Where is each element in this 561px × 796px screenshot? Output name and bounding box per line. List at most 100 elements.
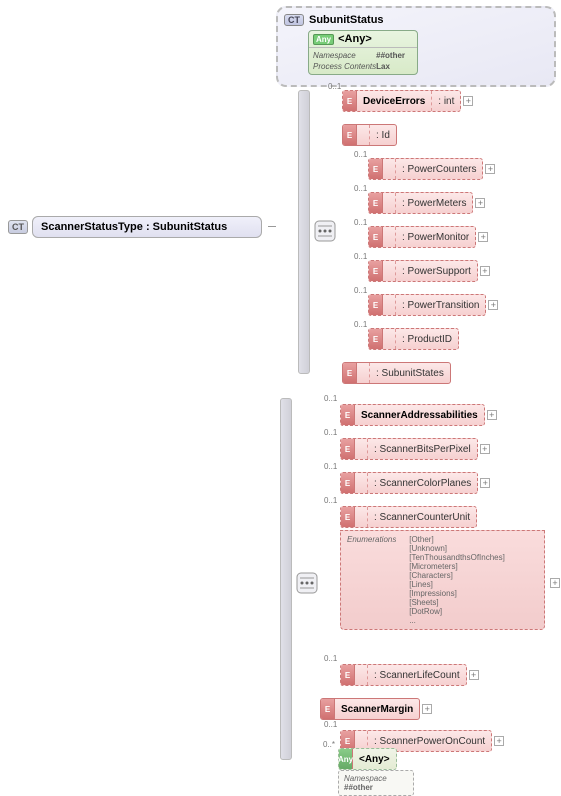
element-card: EDeviceErrors: int [342, 90, 461, 112]
occurrence: 0..1 [328, 82, 341, 91]
element-row: E : ScannerBitsPerPixel+ [340, 438, 490, 460]
any-label: <Any> [338, 33, 372, 45]
occurrence: 0..1 [354, 184, 367, 193]
element-label [383, 295, 395, 315]
element-row: E : ScannerLifeCount+ [340, 664, 479, 686]
element-type: : ScannerColorPlanes [367, 473, 477, 493]
enum-value: [Other] [409, 535, 505, 544]
expand-icon[interactable]: + [480, 478, 490, 488]
element-type: : int [431, 91, 460, 111]
element-label [355, 665, 367, 685]
expand-icon[interactable]: + [475, 198, 485, 208]
element-label [355, 473, 367, 493]
element-card: E : PowerCounters [368, 158, 483, 180]
element-icon: E [343, 125, 357, 145]
any-block: Any <Any> Namespace Process Contents ##o… [308, 30, 418, 75]
element-label [383, 159, 395, 179]
element-icon: E [341, 405, 355, 425]
element-icon: E [369, 159, 383, 179]
element-row: E : SubunitStates [342, 362, 451, 384]
sequence-bar [298, 90, 310, 374]
expand-icon[interactable]: + [485, 164, 495, 174]
expand-icon[interactable]: + [494, 736, 504, 746]
occurrence: 0..1 [324, 428, 337, 437]
any-element: Any <Any> [338, 748, 397, 770]
sequence-icon [314, 220, 336, 242]
occurrence: 0..* [323, 740, 335, 749]
enum-value: [Lines] [409, 580, 505, 589]
element-row: E: ScannerColorPlanes+ [340, 472, 490, 494]
element-icon: E [369, 227, 383, 247]
element-label: ScannerMargin [335, 699, 419, 719]
element-row: E : ScannerCounterUnit [340, 506, 477, 528]
enumerations-block: Enumerations [Other][Unknown][TenThousan… [340, 530, 545, 630]
enum-value: [Unknown] [409, 544, 505, 553]
expand-icon[interactable]: + [488, 300, 498, 310]
element-card: E: PowerSupport [368, 260, 478, 282]
occurrence: 0..1 [324, 394, 337, 403]
element-icon: E [369, 329, 383, 349]
element-row: E: PowerMonitor+ [368, 226, 488, 248]
occurrence: 0..1 [324, 654, 337, 663]
element-icon: E [341, 507, 355, 527]
enum-value: [Sheets] [409, 598, 505, 607]
element-icon: E [343, 363, 357, 383]
expand-icon[interactable]: + [480, 444, 490, 454]
occurrence: 0..1 [354, 218, 367, 227]
element-row: EScannerMargin+ [320, 698, 432, 720]
expand-icon[interactable]: + [478, 232, 488, 242]
element-icon: E [343, 91, 357, 111]
element-card: EScannerMargin [320, 698, 420, 720]
element-label: ScannerAddressabilities [355, 405, 484, 425]
element-row: E: ProductID [368, 328, 459, 350]
element-label [383, 261, 395, 281]
expand-icon[interactable]: + [550, 578, 560, 588]
element-icon: E [341, 665, 355, 685]
element-card: E: Id [342, 124, 397, 146]
occurrence: 0..1 [354, 320, 367, 329]
element-type: : PowerMeters [395, 193, 472, 213]
any-label: <Any> [353, 749, 396, 769]
enum-value: [Micrometers] [409, 562, 505, 571]
expand-icon[interactable]: + [480, 266, 490, 276]
element-card: EScannerAddressabilities [340, 404, 485, 426]
expand-icon[interactable]: + [422, 704, 432, 714]
ct-icon: CT [284, 14, 304, 26]
subunit-header: CT SubunitStatus [284, 14, 548, 26]
occurrence: 0..1 [324, 496, 337, 505]
element-label [383, 193, 395, 213]
occurrence: 0..1 [324, 462, 337, 471]
expand-icon[interactable]: + [463, 96, 473, 106]
subunit-title: SubunitStatus [309, 14, 384, 26]
occurrence: 0..1 [354, 252, 367, 261]
element-row: E: PowerTransition+ [368, 294, 498, 316]
root-box: ScannerStatusType : SubunitStatus [32, 216, 262, 238]
any-icon: Any [313, 34, 334, 45]
occurrence: 0..1 [354, 286, 367, 295]
element-card: E: PowerTransition [368, 294, 486, 316]
element-card: E : ScannerLifeCount [340, 664, 467, 686]
element-card: E : ScannerCounterUnit [340, 506, 477, 528]
expand-icon[interactable]: + [487, 410, 497, 420]
element-label: DeviceErrors [357, 91, 431, 111]
element-type: : SubunitStates [369, 363, 450, 383]
element-icon: E [369, 193, 383, 213]
element-card: E: PowerMonitor [368, 226, 476, 248]
element-card: E: ProductID [368, 328, 459, 350]
element-type: : ScannerLifeCount [367, 665, 466, 685]
element-label [355, 439, 367, 459]
element-label [357, 125, 369, 145]
any-footer: Namespace ##other [338, 770, 414, 796]
subunit-status-container: CT SubunitStatus Any <Any> Namespace Pro… [276, 6, 556, 87]
ct-icon: CT [8, 220, 28, 234]
element-type: : ScannerBitsPerPixel [367, 439, 477, 459]
element-label [355, 507, 367, 527]
enum-value: ... [409, 616, 505, 625]
element-type: : PowerCounters [395, 159, 482, 179]
enum-value: [Impressions] [409, 589, 505, 598]
element-icon: E [341, 439, 355, 459]
expand-icon[interactable]: + [469, 670, 479, 680]
element-row: E : PowerCounters+ [368, 158, 495, 180]
element-icon: E [369, 261, 383, 281]
element-type: : ScannerCounterUnit [367, 507, 476, 527]
